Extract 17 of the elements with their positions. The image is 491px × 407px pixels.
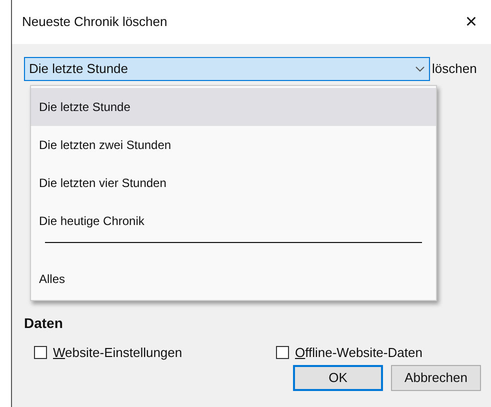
checkbox[interactable]	[276, 346, 289, 360]
dropdown-option[interactable]: Die letzten vier Stunden	[31, 164, 436, 202]
dialog-button[interactable]: Abbrechen	[391, 364, 481, 390]
range-suffix-label: löschen	[432, 60, 477, 78]
dropdown-option[interactable]: Die heutige Chronik	[31, 202, 436, 240]
close-button[interactable]: ×	[465, 12, 477, 32]
checkbox[interactable]	[34, 346, 47, 360]
dropdown-option[interactable]: Die letzten zwei Stunden	[31, 126, 436, 164]
checkbox-label: Offline-Website-Daten	[295, 344, 422, 362]
dialog-button[interactable]: OK	[293, 364, 383, 390]
section-heading: Daten	[24, 315, 63, 331]
window-title: Neueste Chronik löschen	[22, 13, 168, 32]
chevron-down-icon	[415, 66, 425, 72]
dropdown-option[interactable]: Die letzte Stunde	[31, 88, 436, 126]
checkbox-label: Website-Einstellungen	[53, 344, 182, 362]
range-dropdown[interactable]: Die letzte Stunde	[24, 57, 430, 81]
dropdown-option[interactable]: Alles	[31, 260, 436, 298]
